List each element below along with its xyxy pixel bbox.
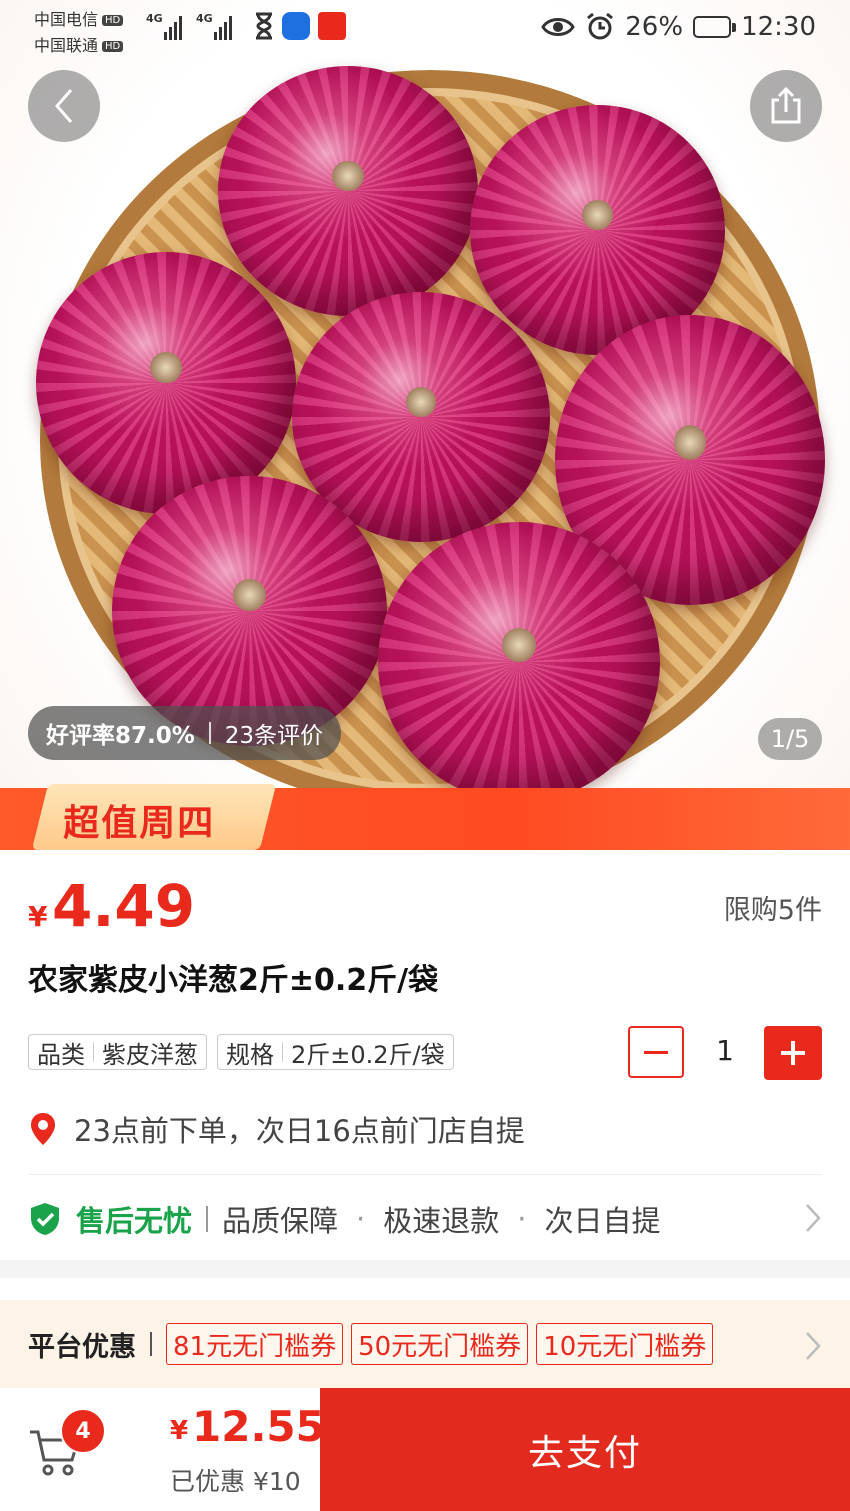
pickup-info: 23点前下单，次日16点前门店自提 — [28, 1108, 525, 1150]
divider — [208, 722, 211, 744]
spec-chip-category[interactable]: 品类 紫皮洋葱 — [28, 1034, 207, 1070]
hourglass-icon — [256, 12, 272, 40]
after-sale-service[interactable]: 售后无忧 品质保障 · 极速退款 · 次日自提 — [28, 1196, 822, 1242]
hd-badge: HD — [102, 41, 124, 52]
chevron-right-icon — [806, 1332, 821, 1360]
spec-chip-size[interactable]: 规格 2斤±0.2斤/袋 — [217, 1034, 454, 1070]
chevron-right-icon — [806, 1204, 821, 1232]
currency-symbol: ¥ — [170, 1416, 189, 1446]
alarm-icon — [587, 12, 614, 40]
rating-rate: 好评率87.0% — [46, 723, 195, 749]
quantity-value: 1 — [716, 1034, 734, 1067]
share-icon — [771, 86, 801, 124]
currency-symbol: ¥ — [28, 900, 48, 933]
service-item: 次日自提 — [544, 1204, 661, 1238]
product-image-gallery[interactable]: 好评率87.0% 23条评价 1/5 超值周四 — [0, 0, 850, 850]
product-title: 农家紫皮小洋葱2斤±0.2斤/袋 — [28, 963, 439, 998]
share-button[interactable] — [750, 70, 822, 142]
coupon-tag[interactable]: 10元无门槛券 — [536, 1323, 714, 1365]
app-notification-icon — [282, 12, 310, 40]
location-pin-icon — [31, 1113, 55, 1145]
battery-percent: 26% — [625, 12, 684, 42]
onion-image — [36, 252, 296, 514]
battery-icon — [693, 16, 737, 38]
onion-image — [378, 522, 660, 802]
chevron-left-icon — [55, 89, 73, 123]
eye-icon — [541, 18, 576, 36]
status-right: 26% 12:30 — [541, 12, 816, 42]
spec-row: 品类 紫皮洋葱 规格 2斤±0.2斤/袋 — [28, 1034, 454, 1070]
pickup-text: 23点前下单，次日16点前门店自提 — [74, 1114, 525, 1148]
promo-banner: 超值周四 — [0, 784, 850, 850]
shield-check-icon — [31, 1203, 59, 1235]
checkout-bar: 4 ¥ 12.55 已优惠 ¥10 去支付 — [0, 1388, 850, 1511]
coupon-tag[interactable]: 81元无门槛券 — [166, 1323, 344, 1365]
discount-text: 已优惠 ¥10 — [170, 1467, 301, 1496]
purchase-limit: 限购5件 — [723, 895, 822, 926]
increase-button[interactable] — [764, 1026, 822, 1080]
network-type-1: 4G — [146, 12, 163, 25]
price-row: ¥ 4.49 限购5件 — [28, 872, 822, 942]
service-item: 极速退款 — [383, 1204, 500, 1238]
signal-icon — [164, 14, 182, 40]
section-gap — [0, 1260, 850, 1278]
onion-image — [218, 66, 478, 316]
pay-button[interactable]: 去支付 — [320, 1388, 850, 1511]
decrease-button[interactable] — [628, 1026, 684, 1078]
hd-badge: HD — [102, 15, 124, 26]
service-title: 售后无忧 — [76, 1204, 193, 1238]
service-item: 品质保障 — [222, 1204, 339, 1238]
carrier-2: 中国联通 HD — [34, 32, 124, 56]
back-button[interactable] — [28, 70, 100, 142]
promo-tag: 超值周四 — [31, 784, 277, 850]
quantity-stepper: 1 — [628, 1026, 822, 1080]
image-counter: 1/5 — [758, 718, 822, 760]
product-price: 4.49 — [52, 872, 196, 940]
clock: 12:30 — [741, 12, 816, 42]
cart-count-badge: 4 — [60, 1408, 106, 1454]
review-count: 23条评价 — [224, 723, 324, 749]
carrier-1: 中国电信 HD — [34, 6, 124, 30]
divider — [28, 1174, 822, 1175]
total-price: 12.55 — [192, 1402, 325, 1451]
signal-icon — [214, 14, 232, 40]
coupon-label: 平台优惠 — [28, 1331, 136, 1363]
network-type-2: 4G — [196, 12, 213, 25]
rating-pill[interactable]: 好评率87.0% 23条评价 — [28, 706, 342, 760]
status-bar: 中国电信 HD 中国联通 HD 4G 4G 26% 12:30 — [0, 0, 850, 60]
coupon-tag[interactable]: 50元无门槛券 — [351, 1323, 529, 1365]
platform-coupons[interactable]: 平台优惠 81元无门槛券 50元无门槛券 10元无门槛券 — [0, 1300, 850, 1388]
app-notification-icon — [318, 12, 346, 40]
